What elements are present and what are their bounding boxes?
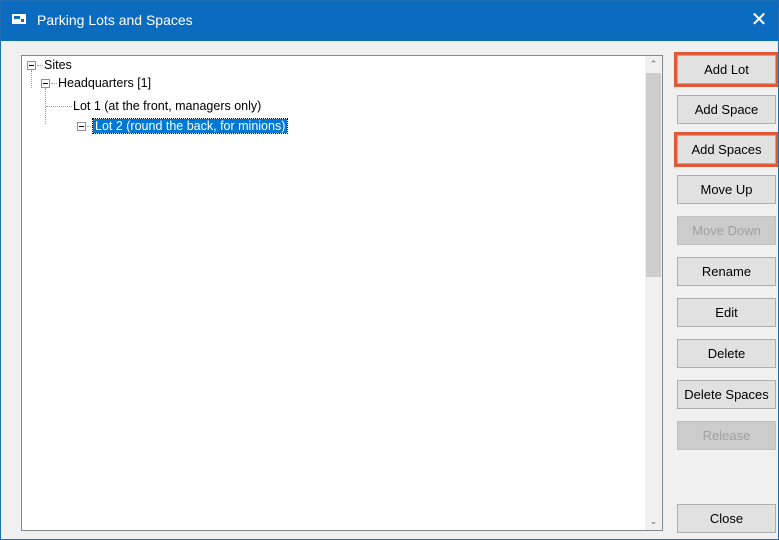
title-bar: Parking Lots and Spaces ✕ xyxy=(1,1,778,41)
delete-button[interactable]: Delete xyxy=(677,339,776,368)
add-lot-button[interactable]: Add Lot xyxy=(674,52,778,87)
rename-button[interactable]: Rename xyxy=(677,257,776,286)
tree-node-label: Headquarters [1] xyxy=(58,76,152,90)
add-space-button[interactable]: Add Space xyxy=(677,95,776,124)
close-button[interactable]: Close xyxy=(677,504,776,533)
tree-node-label: Lot 1 (at the front, managers only) xyxy=(73,99,262,113)
tree-node-label: Lot 2 (round the back, for minions) xyxy=(91,118,289,134)
tree-node-lot-2[interactable]: Lot 2 (round the back, for minions) xyxy=(91,118,289,134)
parking-lots-window: Parking Lots and Spaces ✕ Sites Headquar… xyxy=(0,0,779,540)
close-window-button[interactable]: ✕ xyxy=(742,5,776,35)
vertical-scrollbar[interactable]: ⌃ ⌄ xyxy=(645,56,662,530)
collapse-icon[interactable] xyxy=(27,61,36,70)
scroll-down-arrow-icon[interactable]: ⌄ xyxy=(645,513,662,530)
tree-node-lot-1[interactable]: Lot 1 (at the front, managers only) xyxy=(73,98,261,114)
delete-spaces-button[interactable]: Delete Spaces xyxy=(677,380,776,409)
sites-tree[interactable]: Sites Headquarters [1] Lot 1 (at the fro… xyxy=(21,55,663,531)
window-app-icon xyxy=(12,14,26,24)
tree-node-headquarters[interactable]: Headquarters [1] xyxy=(58,75,151,91)
scroll-up-arrow-icon[interactable]: ⌃ xyxy=(645,56,662,73)
release-button[interactable]: Release xyxy=(677,421,776,450)
tree-node-sites[interactable]: Sites xyxy=(44,57,72,73)
move-down-button[interactable]: Move Down xyxy=(677,216,776,245)
collapse-icon[interactable] xyxy=(77,122,86,131)
add-spaces-button[interactable]: Add Spaces xyxy=(674,132,778,167)
scroll-thumb[interactable] xyxy=(646,73,661,277)
move-up-button[interactable]: Move Up xyxy=(677,175,776,204)
tree-node-label: Sites xyxy=(44,58,72,72)
window-title: Parking Lots and Spaces xyxy=(37,12,193,28)
edit-button[interactable]: Edit xyxy=(677,298,776,327)
collapse-icon[interactable] xyxy=(41,79,50,88)
